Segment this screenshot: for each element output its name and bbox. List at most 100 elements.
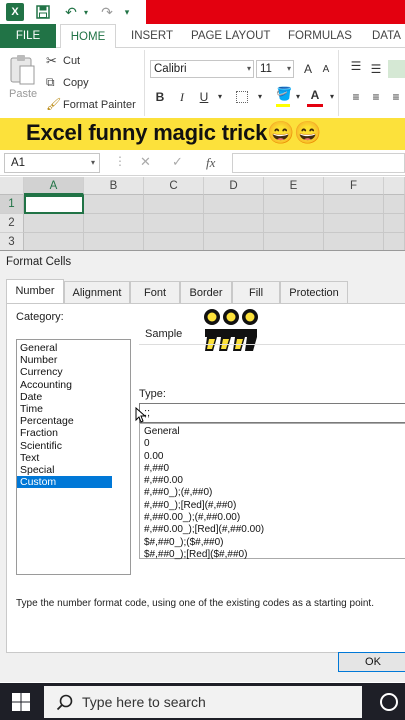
column-header[interactable]: C (144, 177, 204, 195)
tab-data[interactable]: DATA (372, 24, 401, 48)
customize-icon[interactable]: ▾ (120, 3, 134, 21)
paste-label[interactable]: Paste (9, 88, 37, 100)
shrink-font-button[interactable]: A (318, 62, 334, 78)
confirm-edit-icon[interactable]: ✓ (172, 154, 183, 170)
cell[interactable] (324, 195, 384, 214)
column-header[interactable]: F (324, 177, 384, 195)
cell[interactable] (384, 195, 405, 214)
cell[interactable] (204, 195, 264, 214)
align-right-icon[interactable]: ≡ (388, 89, 404, 105)
type-input[interactable]: ;; (139, 403, 405, 423)
ok-button[interactable]: OK (338, 652, 405, 672)
format-code-item[interactable]: #,##0.00_);(#,##0.00) (144, 512, 405, 524)
name-box[interactable]: A1 ▾ (4, 153, 100, 173)
column-header[interactable]: D (204, 177, 264, 195)
tab-alignment[interactable]: Alignment (64, 281, 130, 303)
tab-file[interactable]: FILE (0, 24, 56, 48)
category-item-selected[interactable]: Custom (17, 476, 112, 489)
borders-dropdown-icon[interactable]: ▾ (252, 89, 268, 105)
grow-font-button[interactable]: A (300, 61, 316, 77)
paste-icon[interactable] (8, 54, 36, 86)
select-all-corner[interactable] (0, 177, 24, 195)
cell[interactable] (144, 195, 204, 214)
align-bottom-icon[interactable] (388, 60, 405, 78)
align-middle-icon[interactable]: ☰ (368, 61, 384, 77)
font-size-select[interactable]: 11 ▾ (256, 60, 294, 78)
underline-button[interactable]: U (196, 89, 212, 105)
formula-input[interactable] (232, 153, 405, 173)
category-item[interactable]: General (17, 342, 112, 354)
active-cell[interactable] (24, 195, 84, 214)
taskbar-search[interactable]: Type here to search (44, 686, 362, 718)
category-item[interactable]: Time (17, 403, 112, 415)
tab-font[interactable]: Font (130, 281, 180, 303)
format-painter-icon[interactable]: 🖌 (46, 97, 61, 111)
cut-button[interactable]: Cut (63, 55, 80, 67)
category-item[interactable]: Text (17, 452, 112, 464)
cell[interactable] (144, 214, 204, 233)
format-code-item[interactable]: $#,##0_);($#,##0) (144, 537, 405, 549)
format-code-item[interactable]: 0.00 (144, 451, 405, 463)
redo-icon[interactable]: ↷ (98, 3, 116, 21)
insert-function-button[interactable]: fx (206, 155, 215, 171)
align-left-icon[interactable]: ≡ (348, 89, 364, 105)
format-code-item[interactable]: #,##0 (144, 463, 405, 475)
copy-icon[interactable]: ⧉ (46, 75, 55, 90)
cell[interactable] (384, 214, 405, 233)
cell[interactable] (264, 195, 324, 214)
category-item[interactable]: Special (17, 464, 112, 476)
format-painter-button[interactable]: Format Painter (63, 99, 136, 111)
cell[interactable] (324, 214, 384, 233)
category-item[interactable]: Accounting (17, 379, 112, 391)
tab-fill[interactable]: Fill (232, 281, 280, 303)
undo-icon[interactable]: ↶ (62, 3, 80, 21)
column-header[interactable] (384, 177, 405, 195)
category-item[interactable]: Scientific (17, 440, 112, 452)
align-top-icon[interactable]: ☰ (348, 58, 364, 74)
format-code-item[interactable]: General (144, 426, 405, 438)
cell[interactable] (84, 195, 144, 214)
cell[interactable] (204, 214, 264, 233)
tab-insert[interactable]: INSERT (131, 24, 173, 48)
category-list[interactable]: General Number Currency Accounting Date … (16, 339, 131, 575)
cell[interactable] (264, 214, 324, 233)
row-header[interactable]: 1 (0, 195, 24, 214)
italic-button[interactable]: I (174, 89, 190, 105)
tab-protection[interactable]: Protection (280, 281, 348, 303)
drag-handle-icon[interactable]: ⋮ (114, 154, 126, 168)
cell[interactable] (24, 214, 84, 233)
format-code-item[interactable]: #,##0.00_);[Red](#,##0.00) (144, 524, 405, 536)
category-item[interactable]: Number (17, 354, 112, 366)
category-item[interactable]: Fraction (17, 427, 112, 439)
fill-dropdown-icon[interactable]: ▾ (290, 89, 306, 105)
format-code-item[interactable]: $#,##0_);[Red]($#,##0) (144, 549, 405, 561)
column-header[interactable]: A (24, 177, 84, 195)
save-icon[interactable] (34, 3, 52, 21)
tab-page-layout[interactable]: PAGE LAYOUT (191, 24, 270, 48)
bold-button[interactable]: B (152, 89, 168, 105)
borders-icon[interactable] (236, 91, 248, 103)
undo-dropdown-icon[interactable]: ▾ (80, 3, 92, 21)
tab-formulas[interactable]: FORMULAS (288, 24, 352, 48)
format-code-item[interactable]: #,##0.00 (144, 475, 405, 487)
cell[interactable] (84, 214, 144, 233)
tab-home[interactable]: HOME (60, 24, 116, 49)
format-code-list[interactable]: General 0 0.00 #,##0 #,##0.00 #,##0_);(#… (139, 423, 405, 561)
font-name-select[interactable]: Calibri ▾ (150, 60, 254, 78)
cancel-edit-icon[interactable]: ✕ (140, 154, 151, 170)
row-header[interactable]: 2 (0, 214, 24, 233)
underline-dropdown-icon[interactable]: ▾ (212, 89, 228, 105)
copy-button[interactable]: Copy (63, 77, 89, 89)
font-color-button[interactable]: A (307, 87, 323, 103)
format-code-item[interactable]: 0 (144, 438, 405, 450)
cut-icon[interactable]: ✂ (46, 53, 57, 69)
category-item[interactable]: Percentage (17, 415, 112, 427)
tab-border[interactable]: Border (180, 281, 232, 303)
cortana-icon[interactable] (380, 693, 398, 711)
column-header[interactable]: B (84, 177, 144, 195)
category-item[interactable]: Currency (17, 366, 112, 378)
format-code-item[interactable]: #,##0_);[Red](#,##0) (144, 500, 405, 512)
column-header[interactable]: E (264, 177, 324, 195)
category-item[interactable]: Date (17, 391, 112, 403)
tab-number[interactable]: Number (6, 279, 64, 303)
